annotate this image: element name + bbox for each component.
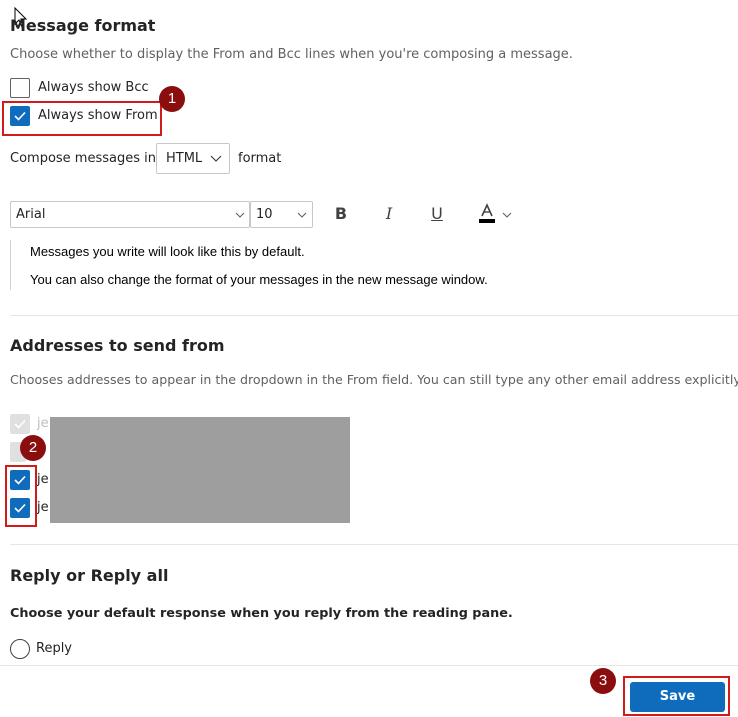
compose-prefix-label: Compose messages in xyxy=(10,151,156,166)
font-color-icon[interactable] xyxy=(477,203,517,225)
preview-line-1: Messages you write will look like this b… xyxy=(30,244,305,259)
font-color-glyph-icon xyxy=(479,203,495,223)
section-divider xyxy=(10,315,738,316)
message-format-heading: Message format xyxy=(10,16,156,35)
chevron-down-icon xyxy=(210,155,222,162)
address-label-3: je xyxy=(37,472,49,487)
chevron-down-icon xyxy=(235,212,245,218)
reply-radio[interactable] xyxy=(10,639,30,659)
always-show-bcc-checkbox[interactable] xyxy=(10,78,30,98)
footer-divider xyxy=(0,665,738,666)
compose-format-value: HTML xyxy=(166,151,203,166)
reply-description: Choose your default response when you re… xyxy=(10,606,513,621)
underline-icon[interactable]: U xyxy=(428,204,446,223)
addresses-heading: Addresses to send from xyxy=(10,336,225,355)
message-format-description: Choose whether to display the From and B… xyxy=(10,47,573,62)
annotation-box-1 xyxy=(2,101,162,136)
annotation-badge-3: 3 xyxy=(590,668,616,694)
reply-heading: Reply or Reply all xyxy=(10,566,169,585)
reply-radio-label[interactable]: Reply xyxy=(36,641,72,656)
addresses-description: Chooses addresses to appear in the dropd… xyxy=(10,372,738,387)
section-divider xyxy=(10,544,738,545)
annotation-box-3 xyxy=(623,676,730,716)
checkmark-icon xyxy=(14,419,26,429)
annotation-badge-1: 1 xyxy=(159,86,185,112)
address-label-4: je xyxy=(37,500,49,515)
font-family-dropdown[interactable]: Arial xyxy=(10,201,250,228)
font-size-dropdown[interactable]: 10 xyxy=(250,201,313,228)
address-checkbox-1[interactable] xyxy=(10,414,30,434)
font-family-value: Arial xyxy=(16,207,46,222)
chevron-down-icon xyxy=(502,212,512,218)
annotation-box-2 xyxy=(5,465,37,527)
italic-icon[interactable]: I xyxy=(380,204,398,223)
address-label-1: je xyxy=(37,416,49,431)
preview-line-2: You can also change the format of your m… xyxy=(30,272,488,287)
compose-suffix-label: format xyxy=(238,151,282,166)
annotation-badge-2: 2 xyxy=(20,435,46,461)
bold-icon[interactable]: B xyxy=(332,204,350,223)
always-show-bcc-label[interactable]: Always show Bcc xyxy=(38,80,149,95)
preview-bar xyxy=(10,240,11,290)
redacted-email-area xyxy=(50,417,350,523)
compose-format-dropdown[interactable]: HTML xyxy=(156,143,230,174)
chevron-down-icon xyxy=(297,212,307,218)
font-size-value: 10 xyxy=(256,207,273,222)
